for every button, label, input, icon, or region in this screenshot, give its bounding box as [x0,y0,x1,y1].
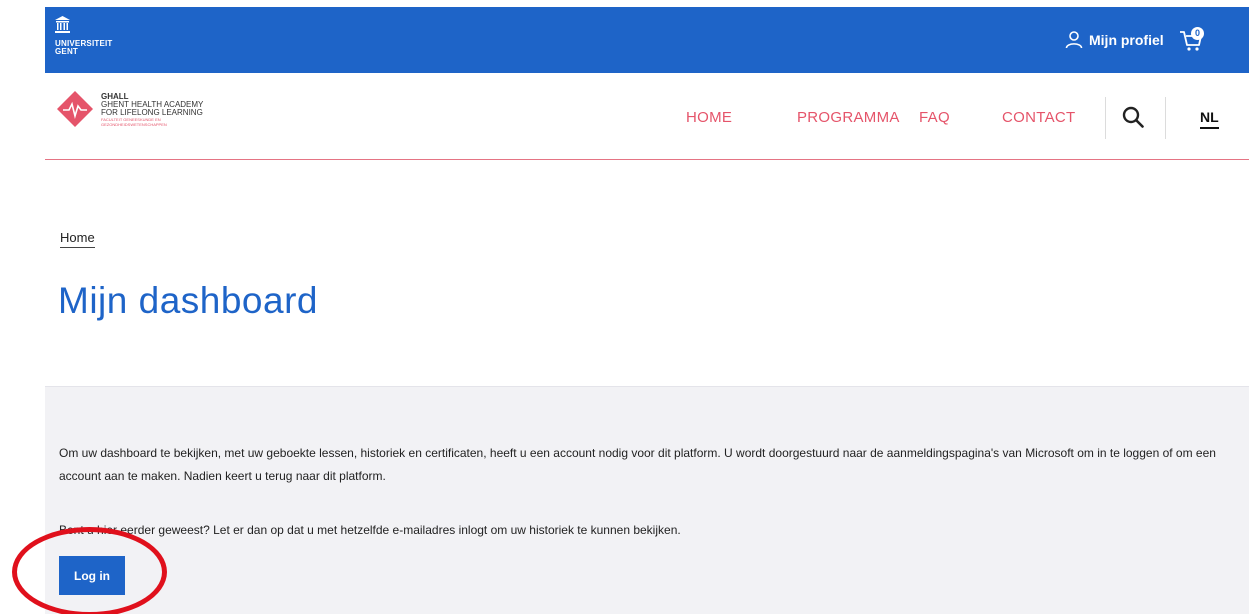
logo-line-3: FOR LIFELONG LEARNING [101,108,203,117]
nav-contact[interactable]: CONTACT [1002,109,1075,126]
ugent-logo[interactable]: UNIVERSITEIT GENT [55,16,113,56]
my-profile-link[interactable]: Mijn profiel [1065,31,1164,49]
ghall-diamond-logo [57,91,93,127]
previous-visit-notice: Bent u hier eerder geweest? Let er dan o… [59,523,681,537]
cart-count-badge: 0 [1191,27,1204,40]
nav-faq[interactable]: FAQ [919,109,950,126]
language-selector[interactable]: NL [1200,109,1219,129]
nav-programma[interactable]: PROGRAMMA [797,109,900,126]
search-icon [1122,106,1144,128]
breadcrumb-home[interactable]: Home [60,230,95,248]
nav-divider [1105,97,1106,139]
my-profile-label: Mijn profiel [1089,32,1164,48]
login-info-text: Om uw dashboard te bekijken, met uw gebo… [59,446,1216,483]
main-header: GHALL GHENT HEALTH ACADEMY FOR LIFELONG … [45,73,1249,160]
logo-line-5: GEZONDHEIDSWETENSCHAPPEN [101,122,167,127]
search-button[interactable] [1122,106,1144,128]
cart-button[interactable]: 0 [1179,27,1207,53]
login-info-panel: Om uw dashboard te bekijken, met uw gebo… [45,386,1249,614]
nav-divider [1165,97,1166,139]
nav-home[interactable]: HOME [686,109,732,126]
ugent-logo-text: UNIVERSITEIT GENT [55,39,113,56]
login-button[interactable]: Log in [59,556,125,595]
ghall-logo-text: GHALL GHENT HEALTH ACADEMY FOR LIFELONG … [101,93,203,128]
page-title: Mijn dashboard [58,280,318,321]
ghall-logo[interactable]: GHALL GHENT HEALTH ACADEMY FOR LIFELONG … [55,89,203,129]
top-bar: UNIVERSITEIT GENT Mijn profiel 0 [45,7,1249,73]
university-building-icon [55,16,70,33]
user-icon [1065,31,1083,49]
